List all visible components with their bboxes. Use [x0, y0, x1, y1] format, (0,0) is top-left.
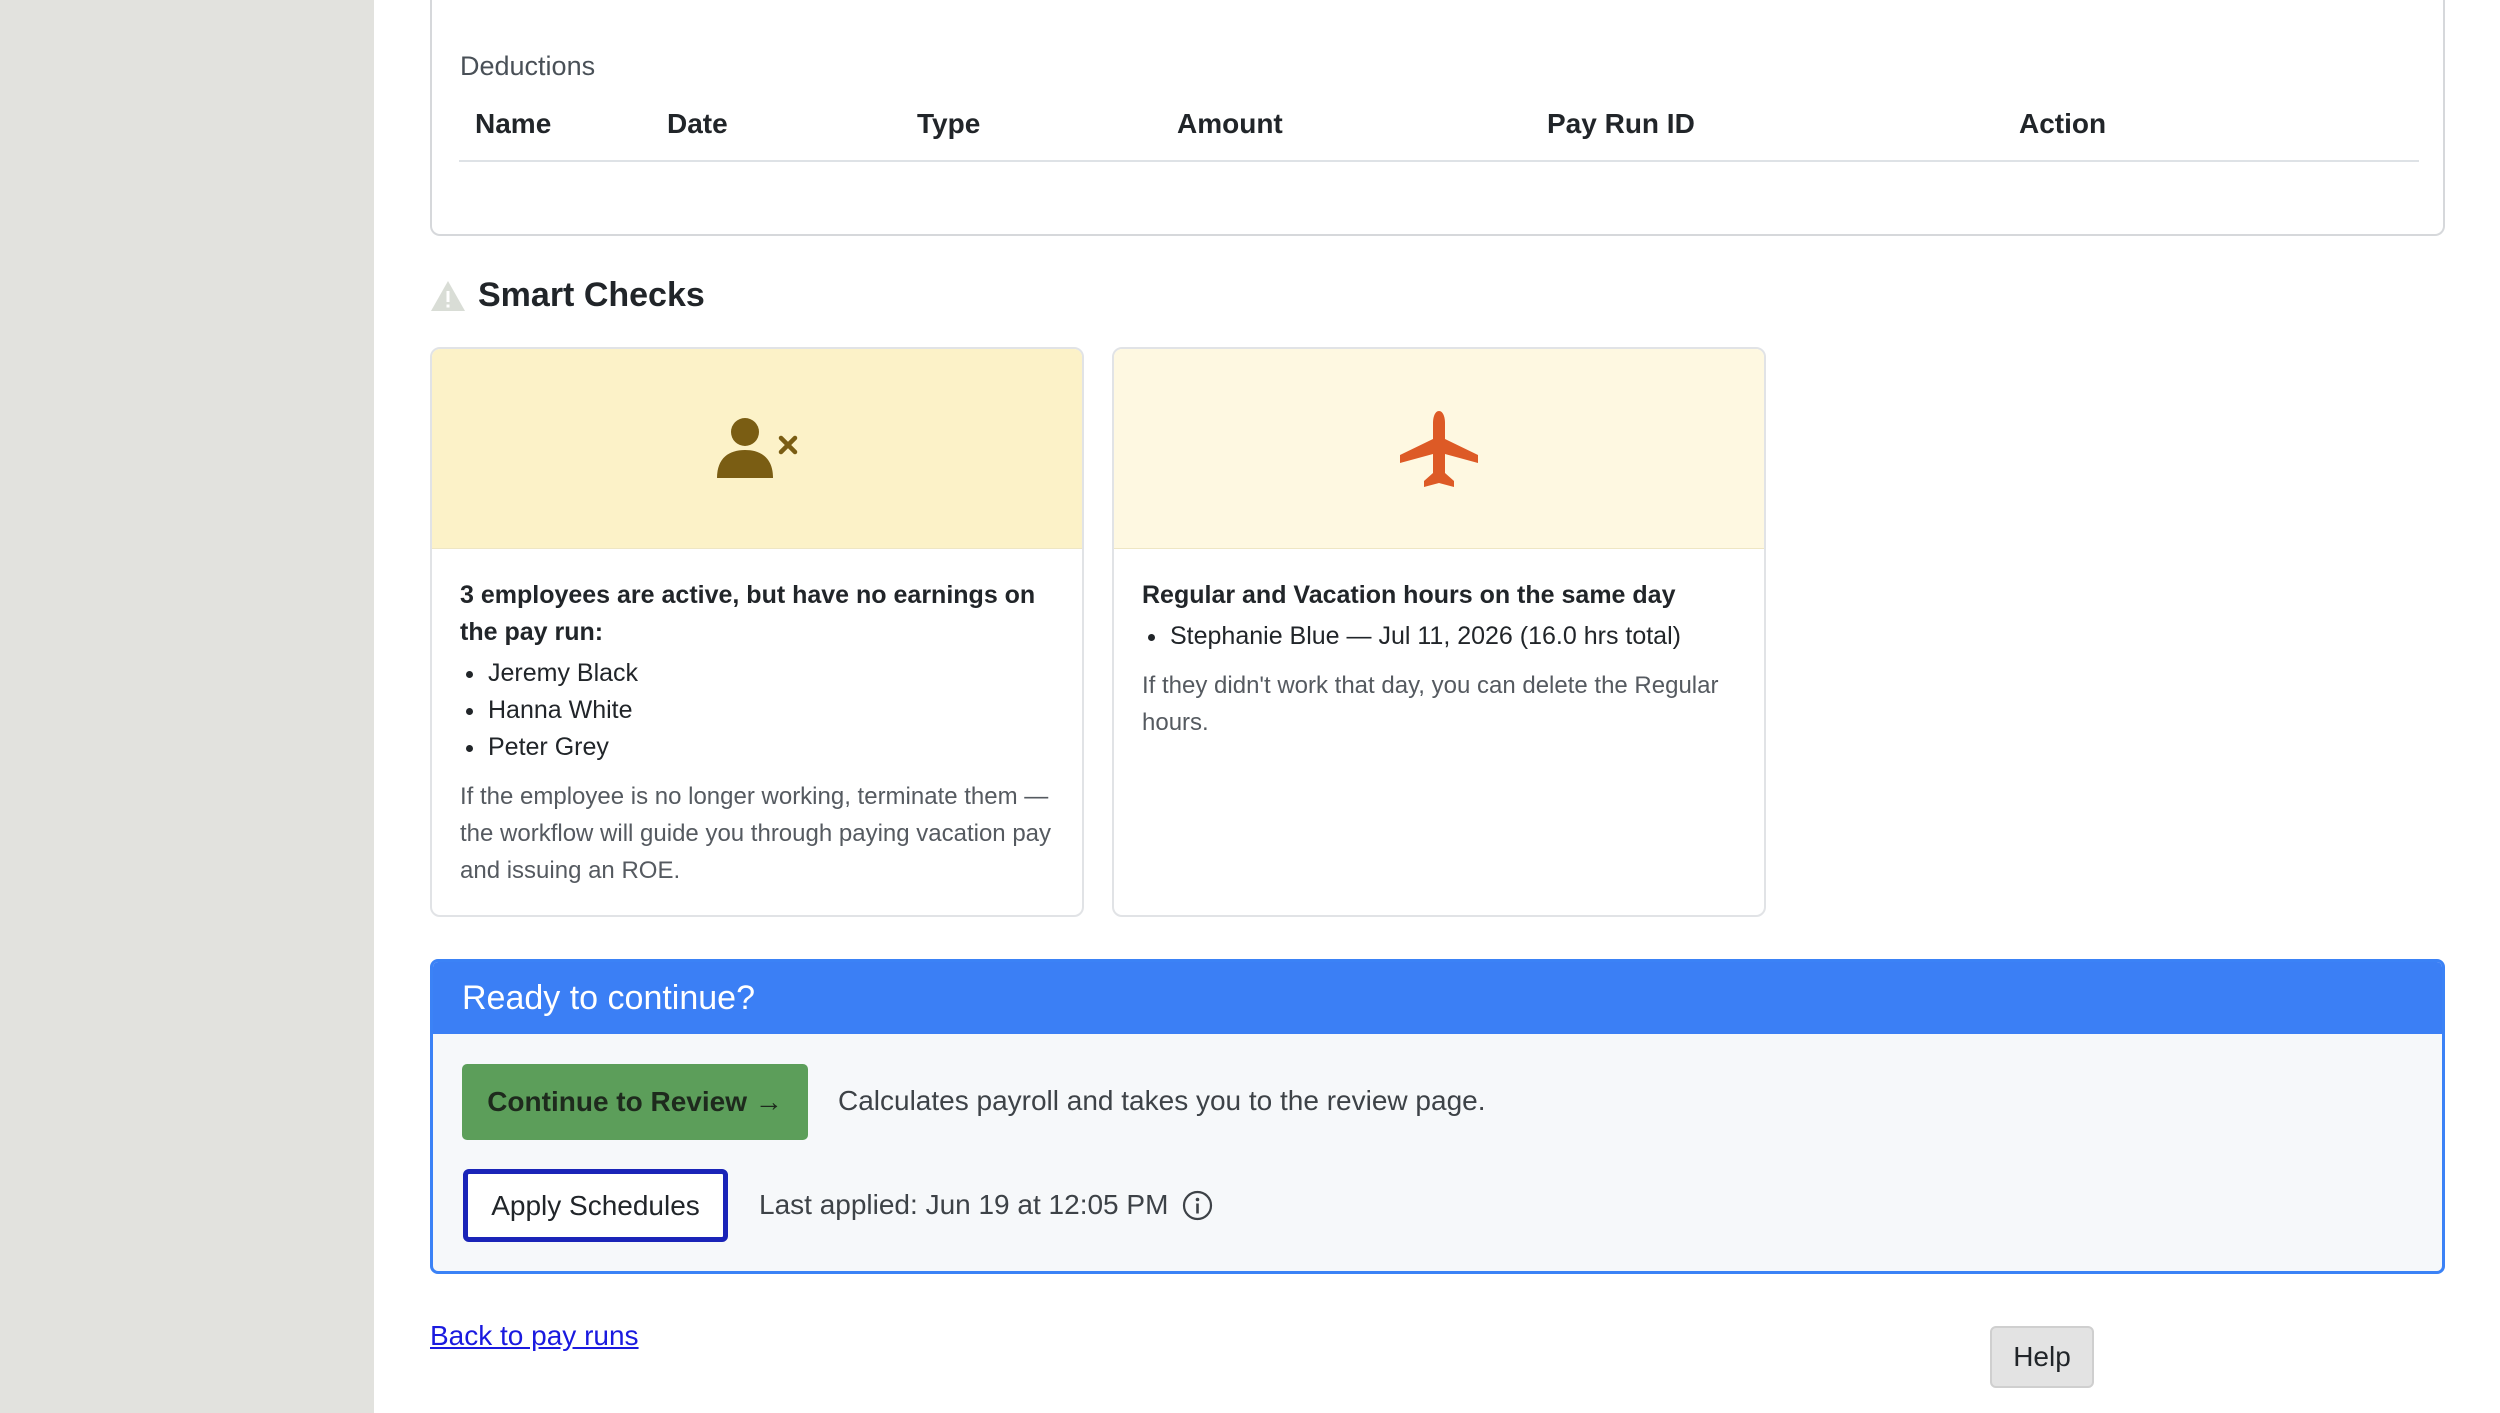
card-banner — [1114, 349, 1764, 549]
airplane-icon — [1400, 410, 1478, 487]
back-to-pay-runs-link[interactable]: Back to pay runs — [430, 1320, 639, 1352]
overlap-list: Stephanie Blue — Jul 11, 2026 (16.0 hrs … — [1142, 618, 1736, 655]
deductions-table-header: Name Date Type Amount Pay Run ID Action — [459, 96, 2419, 162]
apply-schedules-button[interactable]: Apply Schedules — [463, 1169, 728, 1242]
card-headline: 3 employees are active, but have no earn… — [460, 581, 1036, 646]
smart-check-card-vacation-overlap: Regular and Vacation hours on the same d… — [1112, 347, 1766, 917]
smart-checks-title: Smart Checks — [478, 276, 705, 314]
last-applied-text: Last applied: Jun 19 at 12:05 PM — [759, 1189, 1169, 1220]
card-note: If the employee is no longer working, te… — [460, 783, 1052, 884]
ready-to-continue-panel: Ready to continue? Continue to Review → … — [430, 959, 2445, 1274]
column-header-date: Date — [667, 108, 728, 139]
user-remove-icon — [717, 417, 798, 478]
column-header-pay-run-id: Pay Run ID — [1547, 108, 1695, 139]
main-content: Deductions Name Date Type Amount Pay Run… — [374, 0, 2500, 1413]
smart-check-card-inactive-employees: 3 employees are active, but have no earn… — [430, 347, 1084, 917]
list-item: Peter Grey — [460, 729, 1054, 766]
deductions-section-label: Deductions — [460, 51, 596, 81]
list-item: Hanna White — [460, 692, 1054, 729]
card-banner — [432, 349, 1082, 549]
last-applied-status: Last applied: Jun 19 at 12:05 PM — [759, 1189, 1213, 1221]
column-header-action: Action — [2019, 108, 2107, 139]
info-icon[interactable] — [1182, 1190, 1213, 1221]
column-header-name: Name — [475, 108, 552, 139]
employee-list: Jeremy Black Hanna White Peter Grey — [460, 655, 1054, 766]
continue-to-review-button[interactable]: Continue to Review → — [462, 1064, 808, 1140]
card-note: If they didn't work that day, you can de… — [1142, 672, 1719, 736]
ready-panel-title: Ready to continue? — [462, 978, 755, 1017]
card-headline: Regular and Vacation hours on the same d… — [1142, 581, 1676, 609]
list-item: Jeremy Black — [460, 655, 1054, 692]
list-item: Stephanie Blue — Jul 11, 2026 (16.0 hrs … — [1142, 618, 1736, 655]
column-header-amount: Amount — [1177, 108, 1283, 139]
help-button[interactable]: Help — [1990, 1326, 2094, 1388]
continue-description: Calculates payroll and takes you to the … — [838, 1085, 1486, 1116]
left-sidebar — [0, 0, 374, 1413]
column-header-type: Type — [917, 108, 981, 139]
ready-panel-header: Ready to continue? — [433, 962, 2442, 1034]
warning-icon — [431, 280, 465, 311]
smart-checks-heading: Smart Checks — [430, 276, 705, 315]
deductions-panel: Deductions Name Date Type Amount Pay Run… — [430, 0, 2445, 236]
